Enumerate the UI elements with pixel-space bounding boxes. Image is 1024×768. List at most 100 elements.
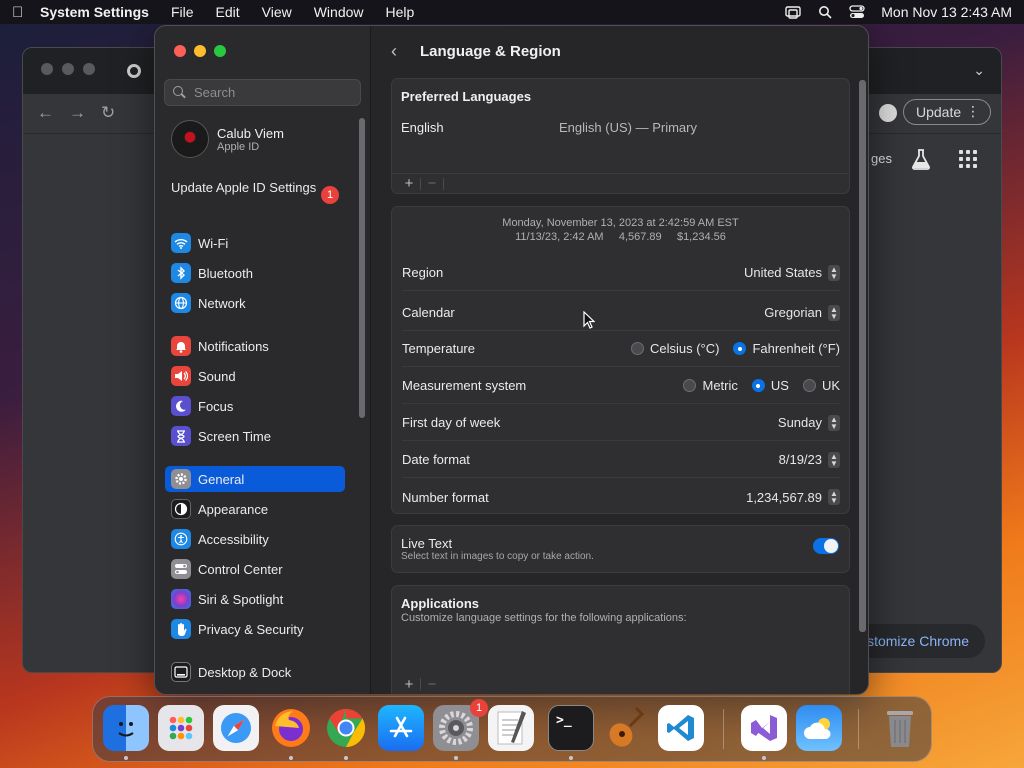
terminal-icon[interactable]: >_ [548, 705, 594, 751]
apple-id-account[interactable]: Calub Viem Apple ID [171, 120, 284, 158]
sidebar-scrollbar[interactable] [359, 118, 365, 418]
uk-label[interactable]: UK [822, 378, 840, 393]
remove-language-button[interactable]: − [421, 175, 443, 192]
menubar-app-name[interactable]: System Settings [40, 4, 149, 20]
apple-menu-icon[interactable]:  [12, 4, 40, 21]
firefox-icon[interactable] [268, 705, 314, 751]
menubar-clock[interactable]: Mon Nov 13 2:43 AM [881, 4, 1012, 20]
sidebar-item-siri-spotlight[interactable]: Siri & Spotlight [165, 586, 345, 612]
dock-divider [858, 709, 859, 749]
celsius-radio[interactable] [630, 342, 644, 355]
calendar-select[interactable]: Gregorian ▲ ▼ [764, 304, 840, 321]
control-center-icon[interactable] [849, 5, 865, 19]
sidebar-item-wifi[interactable]: Wi-Fi [165, 230, 345, 256]
fahrenheit-radio[interactable] [733, 342, 747, 355]
sidebar-item-control-center[interactable]: Control Center [165, 556, 345, 582]
us-radio[interactable] [751, 379, 765, 392]
chrome-partial-text: ges [871, 151, 892, 166]
update-apple-id-settings[interactable]: Update Apple ID Settings [171, 180, 341, 196]
visualstudio-icon[interactable] [741, 705, 787, 751]
sidebar-item-accessibility[interactable]: Accessibility [165, 526, 345, 552]
sidebar-item-appearance[interactable]: Appearance [165, 496, 345, 522]
metric-radio[interactable] [683, 379, 697, 392]
vscode-icon[interactable] [658, 705, 704, 751]
reload-icon[interactable]: ↻ [101, 103, 115, 123]
sidebar-item-notifications[interactable]: Notifications [165, 333, 345, 359]
menu-edit[interactable]: Edit [216, 4, 240, 20]
dock-icon [171, 662, 191, 682]
sidebar-item-general[interactable]: General [165, 466, 345, 492]
date-format-select[interactable]: 8/19/23 ▲ ▼ [779, 451, 840, 468]
chevron-down-icon[interactable]: ⌄ [973, 62, 985, 79]
trash-icon[interactable] [877, 705, 923, 751]
first-day-select[interactable]: Sunday ▲ ▼ [778, 414, 840, 431]
bell-icon [171, 336, 191, 356]
menu-window[interactable]: Window [314, 4, 364, 20]
add-application-button[interactable]: + [398, 676, 420, 693]
screen-mirroring-icon[interactable] [785, 5, 801, 19]
launchpad-icon[interactable] [158, 705, 204, 751]
sidebar-item-bluetooth[interactable]: Bluetooth [165, 260, 345, 286]
menu-view[interactable]: View [262, 4, 292, 20]
terminal-prompt: >_ [556, 713, 572, 728]
zoom-window-button[interactable] [214, 45, 226, 57]
sidebar-item-privacy-security[interactable]: Privacy & Security [165, 616, 345, 642]
metric-label[interactable]: Metric [702, 378, 737, 393]
back-chevron-icon[interactable]: ‹ [391, 41, 397, 62]
language-name[interactable]: English [401, 120, 444, 135]
hourglass-icon [171, 426, 191, 446]
minimize-window-button[interactable] [194, 45, 206, 57]
menu-help[interactable]: Help [386, 4, 415, 20]
add-language-button[interactable]: + [398, 175, 420, 192]
sidebar-item-desktop-dock[interactable]: Desktop & Dock [165, 659, 345, 685]
appstore-icon[interactable] [378, 705, 424, 751]
first-day-row: First day of week Sunday ▲ ▼ [402, 405, 840, 441]
chrome-window-controls[interactable] [41, 63, 95, 75]
live-text-toggle[interactable] [813, 538, 839, 554]
language-detail: English (US) — Primary [559, 120, 697, 135]
chrome-tab-favicon-icon[interactable] [127, 64, 141, 78]
divider [443, 177, 444, 190]
apps-grid-icon[interactable] [959, 150, 977, 168]
sidebar-item-sound[interactable]: Sound [165, 363, 345, 389]
guitar-icon[interactable] [603, 705, 649, 751]
menu-file[interactable]: File [171, 4, 194, 20]
chrome-icon[interactable] [323, 705, 369, 751]
globe-icon [171, 293, 191, 313]
sidebar-search-field[interactable]: Search [164, 79, 361, 106]
spotlight-search-icon[interactable] [817, 5, 833, 19]
labs-flask-icon[interactable] [911, 148, 931, 170]
running-indicator [762, 756, 766, 760]
back-arrow-icon[interactable]: ← [37, 103, 54, 123]
number-format-select[interactable]: 1,234,567.89 ▲ ▼ [746, 489, 840, 505]
sidebar-item-focus[interactable]: Focus [165, 393, 345, 419]
number-format-value: 1,234,567.89 [746, 489, 822, 505]
fahrenheit-label[interactable]: Fahrenheit (°F) [752, 341, 840, 356]
close-window-button[interactable] [174, 45, 186, 57]
profile-avatar-icon[interactable] [879, 104, 897, 122]
preferred-languages-card: Preferred Languages English English (US)… [391, 78, 850, 194]
chrome-update-button[interactable]: Update ⋮ [903, 99, 991, 125]
number-format-row: Number format 1,234,567.89 ▲ ▼ [402, 479, 840, 515]
sidebar-item-label: General [198, 471, 245, 487]
textedit-icon[interactable] [488, 705, 534, 751]
celsius-label[interactable]: Celsius (°C) [650, 341, 719, 356]
finder-icon[interactable] [103, 705, 149, 751]
us-label[interactable]: US [771, 378, 789, 393]
sidebar-item-screen-time[interactable]: Screen Time [165, 423, 345, 449]
forward-arrow-icon[interactable]: → [69, 103, 86, 123]
appearance-icon [171, 499, 191, 519]
calendar-label: Calendar [402, 305, 455, 320]
bluetooth-icon [171, 263, 191, 283]
kebab-menu-icon[interactable]: ⋮ [966, 103, 980, 120]
uk-radio[interactable] [802, 379, 816, 392]
weather-icon[interactable] [796, 705, 842, 751]
safari-icon[interactable] [213, 705, 259, 751]
content-scrollbar[interactable] [859, 80, 866, 632]
search-placeholder: Search [194, 85, 236, 100]
sidebar-item-network[interactable]: Network [165, 290, 345, 316]
remove-application-button[interactable]: − [421, 676, 443, 693]
dock-divider [723, 709, 724, 749]
sidebar-item-label: Appearance [198, 501, 269, 517]
region-select[interactable]: United States ▲ ▼ [744, 264, 840, 281]
